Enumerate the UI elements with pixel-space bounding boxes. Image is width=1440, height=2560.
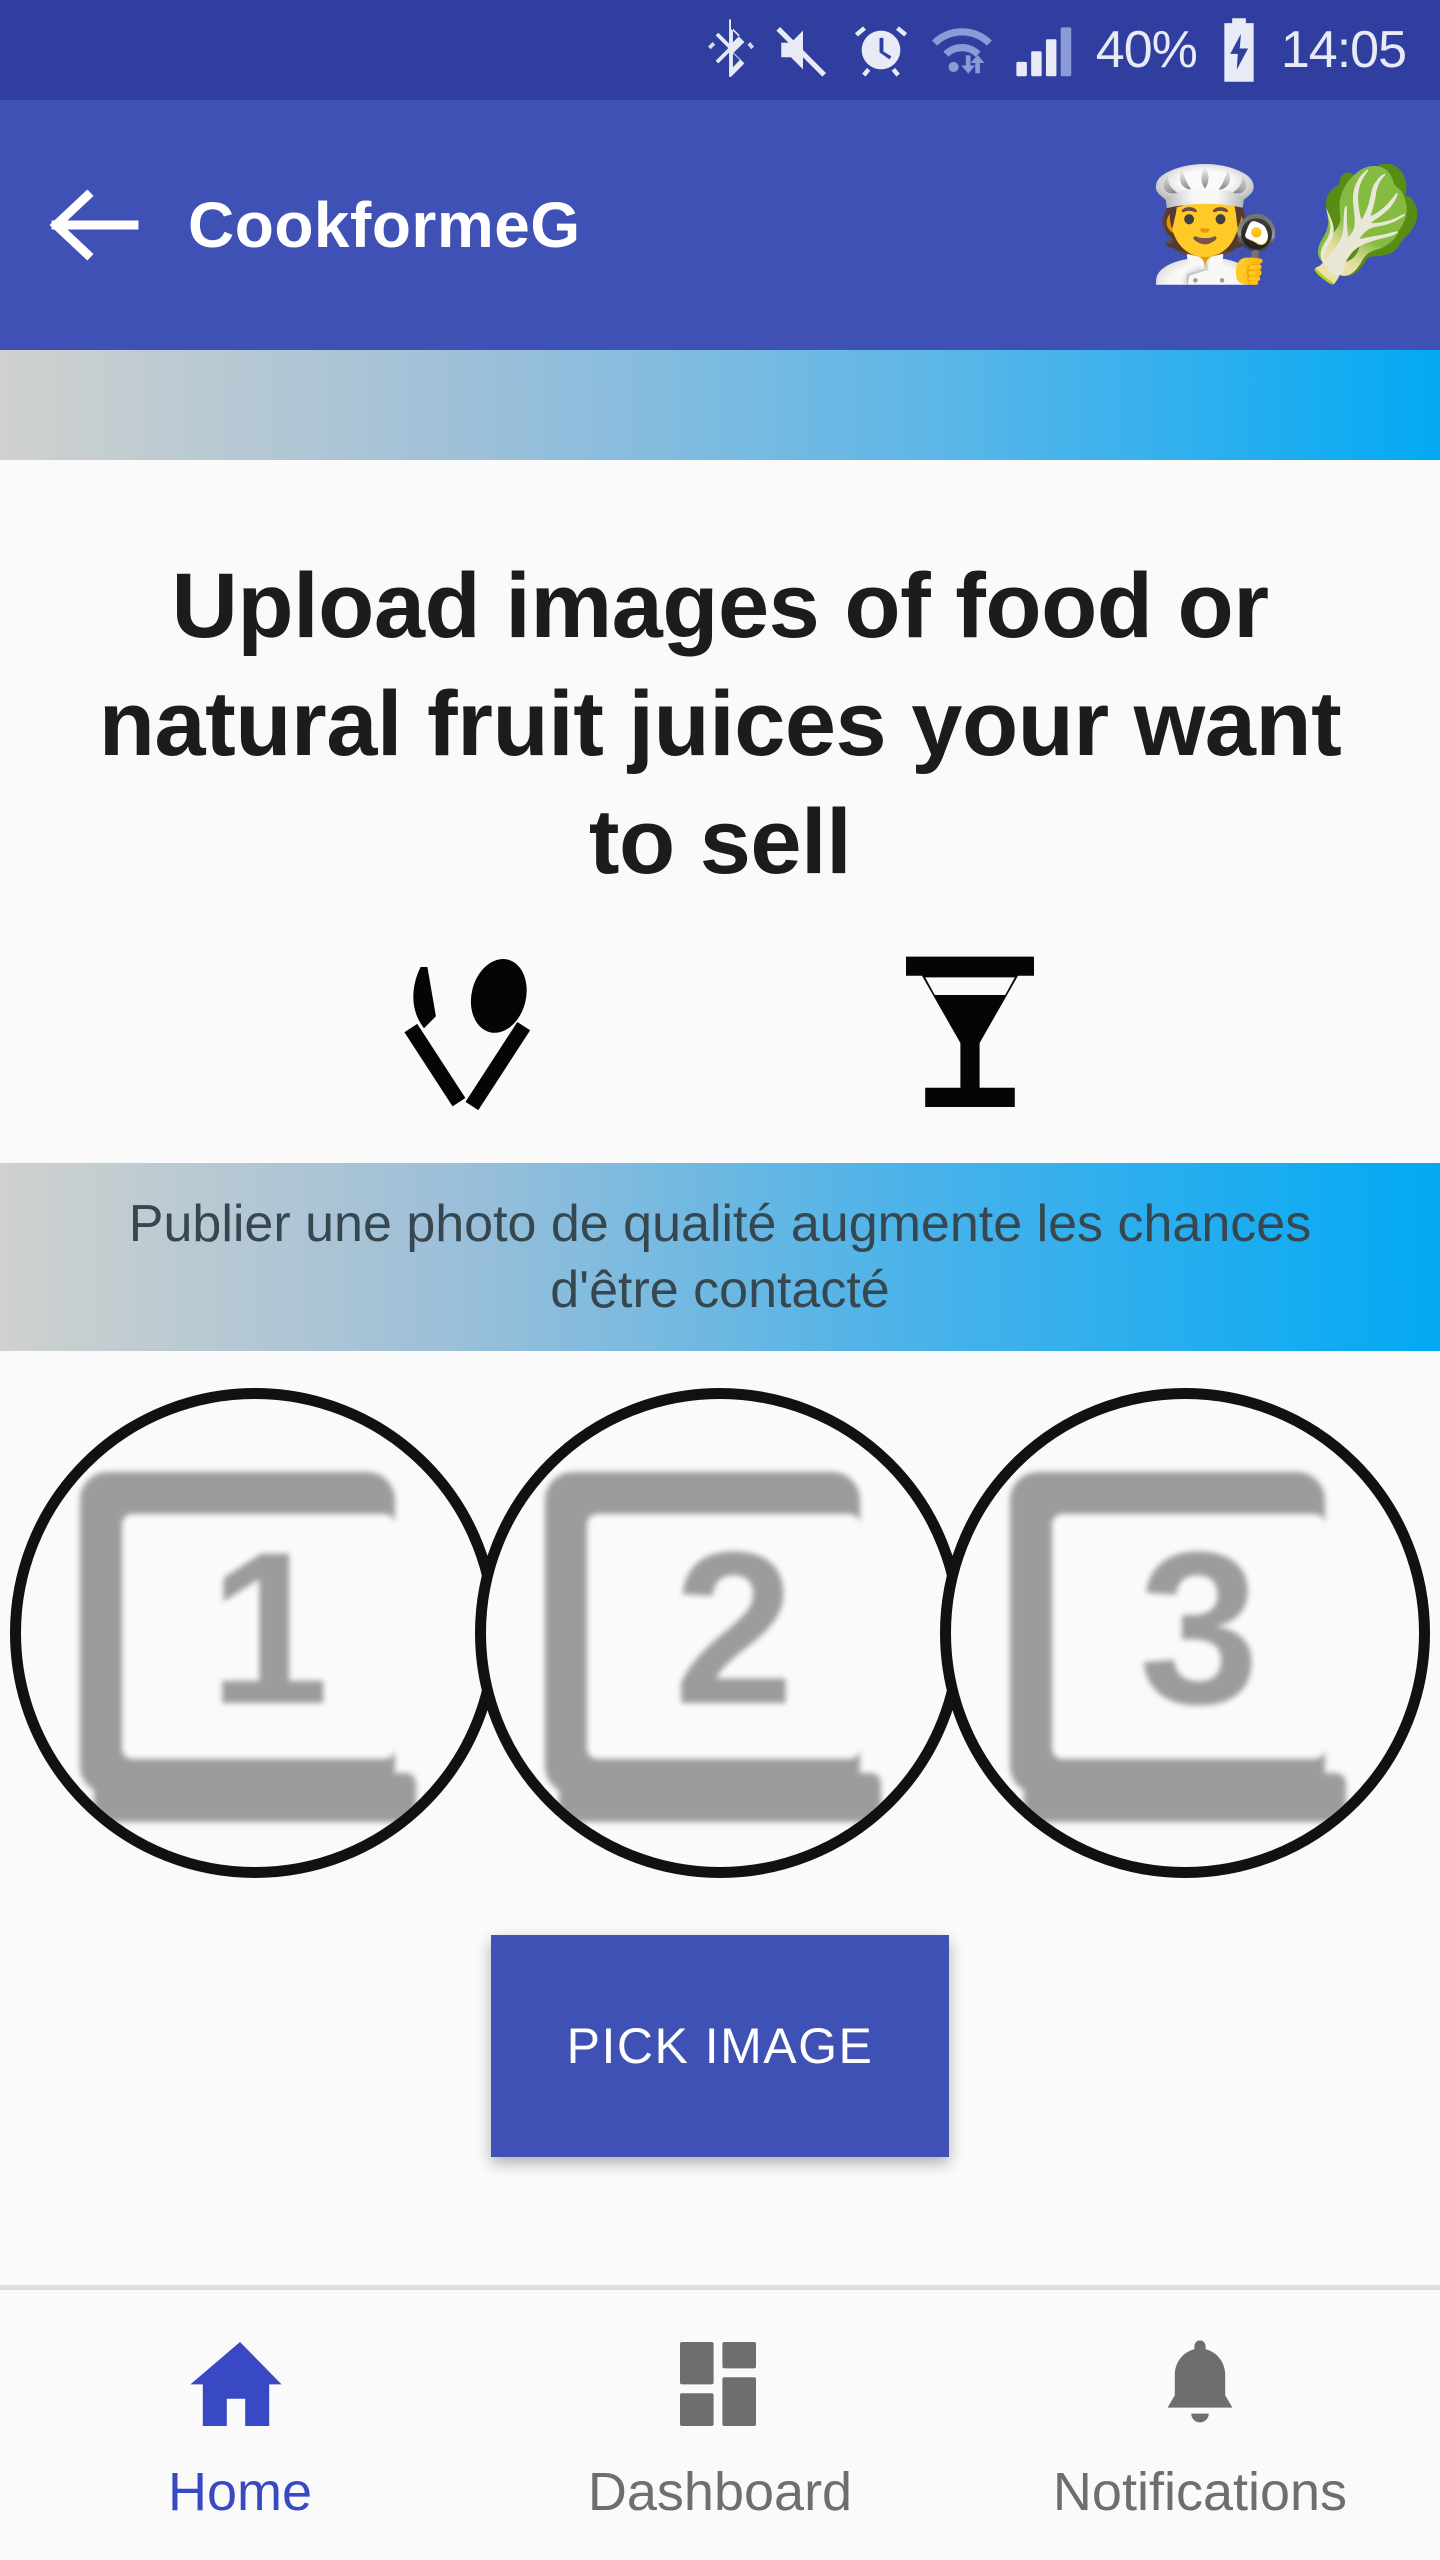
photo-placeholder-3-icon: 3 [951, 1399, 1419, 1867]
wifi-icon [930, 21, 994, 79]
slot-number-1: 1 [209, 1507, 330, 1749]
bell-icon [1158, 2338, 1242, 2435]
battery-percent: 40% [1095, 21, 1198, 79]
app-title: CookformeG [188, 189, 581, 261]
alarm-icon [852, 21, 910, 79]
dashboard-grid-icon [676, 2338, 764, 2435]
photo-placeholder-2-icon: 2 [486, 1399, 954, 1867]
nav-item-dashboard[interactable]: Dashboard [480, 2338, 960, 2523]
nav-label-home: Home [167, 2461, 313, 2522]
status-bar: 40% 14:05 [0, 0, 1440, 100]
cocktail-glass-icon [890, 950, 1050, 1120]
back-button[interactable] [20, 188, 170, 262]
nav-item-home[interactable]: Home [0, 2338, 480, 2523]
bottom-navigation: Home Dashboard Notifications [0, 2290, 1440, 2560]
pick-image-row: PICK IMAGE [0, 1935, 1440, 2158]
app-bar: CookformeG 🧑‍🍳 🥬 [0, 100, 1440, 350]
cook-emoji-icon[interactable]: 🧑‍🍳 [1140, 170, 1290, 280]
home-icon [188, 2338, 292, 2435]
photo-placeholder-1-icon: 1 [21, 1399, 489, 1867]
image-slot-row: 1 2 3 [0, 1383, 1440, 1883]
bluetooth-icon [707, 19, 754, 81]
nav-label-dashboard: Dashboard [587, 2461, 853, 2522]
clock-time: 14:05 [1280, 21, 1407, 79]
quality-photo-hint-banner: Publier une photo de qualité augmente le… [0, 1163, 1440, 1352]
nav-item-notifications[interactable]: Notifications [960, 2338, 1440, 2523]
image-slot-2[interactable]: 2 [475, 1388, 965, 1879]
category-icon-row [0, 945, 1440, 1125]
bottom-divider [0, 2285, 1440, 2290]
cellular-signal-icon [1014, 21, 1076, 79]
image-slot-1[interactable]: 1 [10, 1388, 500, 1879]
battery-charging-icon [1217, 18, 1261, 82]
slot-number-3: 3 [1139, 1507, 1260, 1749]
top-gradient-strip [0, 350, 1440, 460]
leafy-green-emoji-icon[interactable]: 🥬 [1290, 170, 1440, 280]
fork-spoon-icon [390, 950, 560, 1120]
slot-number-2: 2 [674, 1507, 795, 1749]
pick-image-button[interactable]: PICK IMAGE [491, 1935, 949, 2158]
app-screen: 40% 14:05 CookformeG 🧑‍🍳 🥬 Upload images… [0, 0, 1440, 2560]
quality-photo-hint-text: Publier une photo de qualité augmente le… [128, 1194, 1312, 1320]
volume-mute-icon [774, 21, 832, 79]
image-slot-3[interactable]: 3 [940, 1388, 1430, 1879]
page-title: Upload images of food or natural fruit j… [98, 555, 1342, 893]
main-content: Upload images of food or natural fruit j… [0, 460, 1440, 2290]
nav-label-notifications: Notifications [1052, 2461, 1348, 2522]
